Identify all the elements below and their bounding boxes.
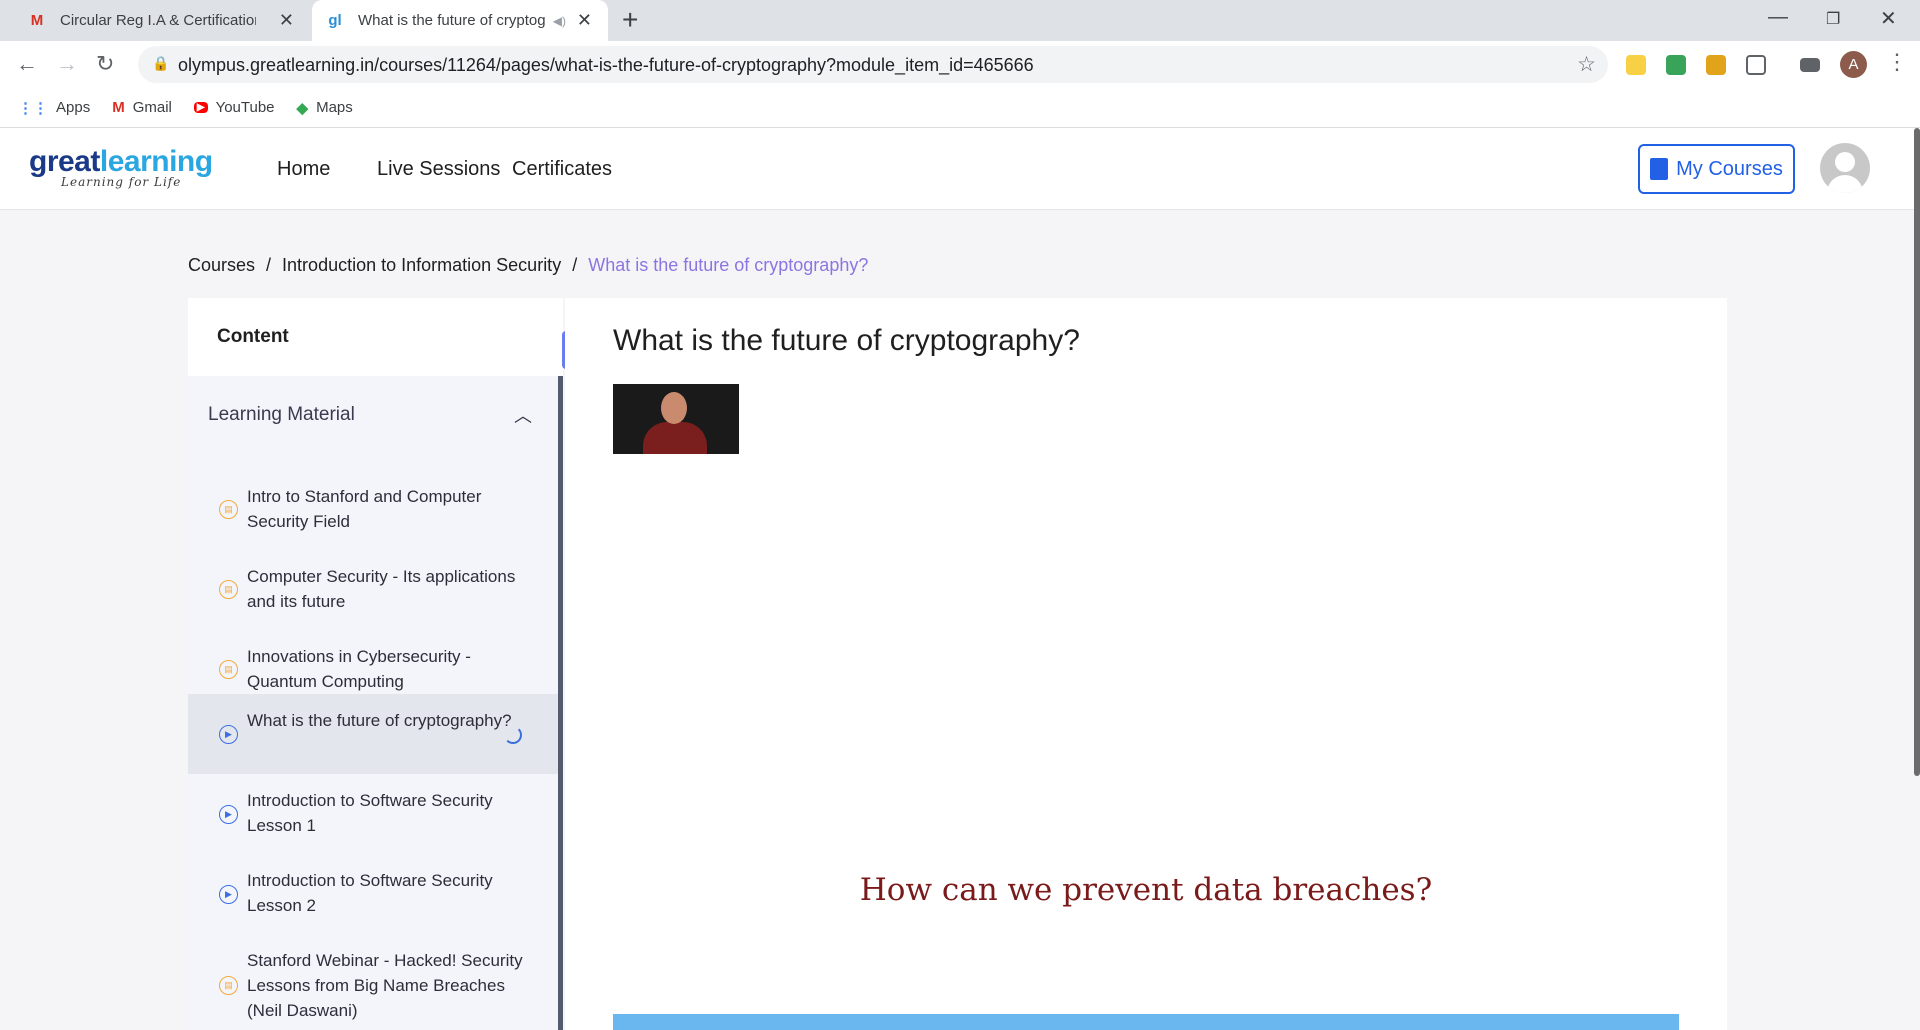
lock-icon[interactable]: 🔒 (152, 55, 169, 72)
breadcrumb-separator: / (572, 255, 578, 275)
site-header: greatlearning Learning for Life Home Liv… (0, 128, 1920, 210)
gmail-icon: M (112, 99, 125, 116)
item-label: What is the future of cryptography? (247, 711, 512, 730)
audio-playing-icon[interactable]: ◀) (553, 14, 566, 28)
extension-gamepad-icon[interactable] (1746, 55, 1766, 75)
document-icon: ▤ (219, 500, 238, 519)
my-courses-button[interactable]: My Courses (1638, 144, 1795, 194)
list-item[interactable]: ▤ Intro to Stanford and Computer Securit… (188, 470, 558, 550)
bookmark-label: Apps (56, 99, 91, 116)
bookmark-youtube[interactable]: ▶ YouTube (193, 99, 275, 116)
browser-tab-gmail[interactable]: M Circular Reg I.A & Certifications/ ✕ (12, 0, 310, 41)
video-control-bar[interactable] (613, 1014, 1679, 1030)
nav-certificates[interactable]: Certificates (512, 158, 612, 181)
document-icon: ▤ (219, 660, 238, 679)
document-icon: ▤ (219, 580, 238, 599)
content-heading: Content (217, 326, 289, 347)
list-item[interactable]: ▶ Introduction to Software Security Less… (188, 854, 558, 934)
section-title[interactable]: Learning Material (208, 404, 355, 426)
restore-icon[interactable]: ❐ (1826, 9, 1840, 29)
logo-word-learning: learning (99, 145, 213, 178)
close-tab-icon[interactable]: ✕ (279, 10, 294, 31)
item-label: Intro to Stanford and Computer Security … (247, 487, 482, 531)
sidebar-scrollbar[interactable] (558, 376, 563, 1030)
youtube-icon: ▶ (193, 102, 208, 113)
play-icon: ▶ (219, 885, 238, 904)
breadcrumb-separator: / (266, 255, 272, 275)
breadcrumb: Courses / Introduction to Information Se… (188, 255, 868, 276)
list-item[interactable]: ▤ Stanford Webinar - Hacked! Security Le… (188, 934, 558, 1030)
chevron-up-icon[interactable]: ︿ (514, 402, 532, 428)
loading-spinner-icon (504, 726, 522, 744)
bookmark-maps[interactable]: ◆ Maps (297, 99, 353, 117)
breadcrumb-current: What is the future of cryptography? (588, 255, 869, 275)
my-courses-label: My Courses (1676, 157, 1783, 180)
extension-notes-icon[interactable] (1626, 55, 1646, 75)
nav-live-sessions[interactable]: Live Sessions (377, 158, 500, 181)
list-item[interactable]: ▤ Computer Security - Its applications a… (188, 550, 558, 630)
breadcrumb-courses[interactable]: Courses (188, 255, 255, 276)
close-window-icon[interactable]: ✕ (1880, 6, 1897, 31)
bookmark-label: Gmail (132, 99, 172, 116)
close-tab-icon[interactable]: ✕ (577, 10, 592, 31)
document-icon: ▤ (219, 976, 238, 995)
browser-toolbar: ← → ↻ 🔒 olympus.greatlearning.in/courses… (0, 41, 1920, 88)
tab-title: What is the future of cryptog (358, 12, 546, 29)
back-icon[interactable]: ← (16, 51, 38, 77)
apps-grid-icon: ⋮⋮ (18, 99, 48, 117)
bookmark-star-icon[interactable]: ☆ (1577, 52, 1596, 77)
user-avatar-icon[interactable] (1820, 143, 1870, 193)
item-label: Computer Security - Its applications and… (247, 567, 516, 611)
logo-word-great: great (29, 145, 100, 178)
item-label: Introduction to Software Security Lesson… (247, 871, 493, 915)
url-text[interactable]: olympus.greatlearning.in/courses/11264/p… (178, 55, 1034, 76)
item-label: Stanford Webinar - Hacked! Security Less… (247, 951, 523, 1020)
page-title: What is the future of cryptography? (613, 324, 1080, 357)
browser-tab-strip: M Circular Reg I.A & Certifications/ ✕ g… (0, 0, 1920, 41)
extension-download-icon[interactable] (1706, 55, 1726, 75)
main-content: What is the future of cryptography? How … (565, 298, 1727, 1030)
list-item[interactable]: ▶ Introduction to Software Security Less… (188, 774, 558, 854)
bookmark-apps[interactable]: ⋮⋮ Apps (18, 99, 90, 117)
bookmark-label: YouTube (215, 99, 275, 116)
page-scrollbar[interactable] (1914, 128, 1920, 776)
item-label: Introduction to Software Security Lesson… (247, 791, 493, 835)
forward-icon[interactable]: → (56, 51, 78, 77)
reload-icon[interactable]: ↻ (96, 51, 114, 77)
bookmark-label: Maps (316, 99, 353, 116)
video-thumbnail[interactable] (613, 384, 739, 454)
greatlearning-icon: gl (328, 12, 342, 29)
list-item-active[interactable]: ▶ What is the future of cryptography? (188, 694, 558, 774)
video-caption: How can we prevent data breaches? (859, 872, 1433, 908)
bookmarks-bar: ⋮⋮ Apps M Gmail ▶ YouTube ◆ Maps (0, 88, 1920, 128)
item-label: Innovations in Cybersecurity - Quantum C… (247, 647, 471, 691)
book-icon (1650, 158, 1669, 180)
media-control-icon[interactable] (1800, 58, 1820, 72)
browser-menu-icon[interactable]: ⋮ (1886, 49, 1908, 75)
maps-icon: ◆ (296, 99, 309, 117)
greatlearning-logo[interactable]: greatlearning Learning for Life (29, 145, 213, 189)
nav-home[interactable]: Home (277, 158, 330, 181)
new-tab-button[interactable]: + (622, 6, 638, 34)
tab-title: Circular Reg I.A & Certifications/ (60, 12, 256, 29)
address-bar[interactable]: 🔒 olympus.greatlearning.in/courses/11264… (138, 46, 1608, 83)
play-icon: ▶ (219, 725, 238, 744)
play-icon: ▶ (219, 805, 238, 824)
content-sidebar: Content Learning Material ︿ ▤ Intro to S… (188, 298, 563, 1030)
breadcrumb-course[interactable]: Introduction to Information Security (282, 255, 561, 276)
minimize-icon[interactable]: — (1768, 6, 1788, 29)
browser-tab-active[interactable]: gl What is the future of cryptog ◀) ✕ (312, 0, 608, 41)
video-player[interactable]: How can we prevent data breaches? (613, 468, 1679, 1030)
profile-avatar[interactable]: A (1840, 51, 1867, 78)
extension-sheets-icon[interactable] (1666, 55, 1686, 75)
bookmark-gmail[interactable]: M Gmail (112, 99, 172, 116)
gmail-icon: M (30, 12, 44, 29)
learning-material-section: Learning Material ︿ ▤ Intro to Stanford … (188, 376, 558, 1030)
